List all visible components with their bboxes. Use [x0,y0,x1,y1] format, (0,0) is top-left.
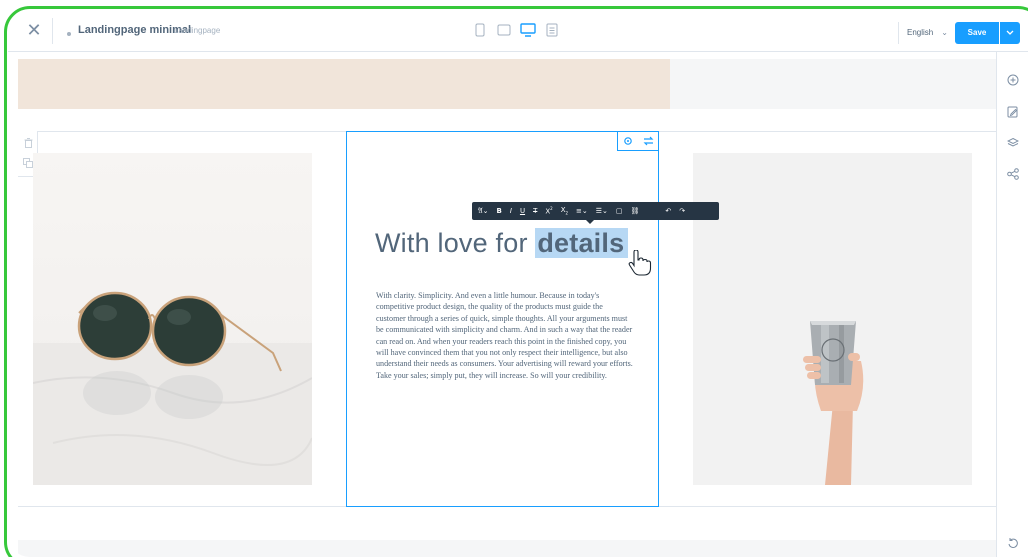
desktop-device-icon[interactable] [520,22,536,38]
grey-block [670,59,996,109]
link-icon[interactable]: ⛓ [631,207,640,215]
settings-icon[interactable] [622,135,634,147]
device-switcher [472,22,560,38]
underline-button[interactable]: U [520,207,525,215]
save-button[interactable]: Save [955,22,999,44]
toolbar-pointer [586,220,594,224]
save-options-button[interactable] [1000,22,1020,44]
tablet-device-icon[interactable] [496,22,512,38]
bold-button[interactable]: B [497,207,502,215]
body-paragraph[interactable]: With clarity. Simplicity. And even a lit… [376,290,634,381]
section-heading[interactable]: With love for details [375,228,629,259]
right-sidebar [996,52,1028,557]
sunglasses-image[interactable] [33,153,312,485]
hand-pointer-cursor-icon [628,250,652,276]
chevron-down-icon: ⌄ [941,28,948,37]
layers-icon[interactable] [1006,136,1020,150]
heading-selected-word[interactable]: details [535,228,629,258]
beige-block[interactable] [18,59,670,109]
language-select[interactable]: English ⌄ [898,22,948,44]
heading-plain: With love for [375,228,536,258]
add-block-icon[interactable] [1006,73,1020,87]
subscript-button[interactable]: X2 [561,206,568,215]
language-value: English [907,28,934,37]
clear-format-button[interactable]: ▢ [616,207,623,215]
page-canvas: With love for details With clarity. Simp… [8,53,996,557]
strikethrough-button[interactable]: T [533,207,537,215]
undo-history-icon[interactable] [1006,536,1020,550]
list-button[interactable]: ☰⌄ [596,207,608,215]
share-icon[interactable] [1006,167,1020,181]
list-view-icon[interactable] [544,22,560,38]
editor-app: ✕ Landingpage minimal Landingpage Englis… [8,10,1028,557]
page-type-label: Landingpage [174,26,221,35]
column-toolbar [617,131,659,151]
back-dot-icon[interactable] [67,32,71,36]
rich-text-toolbar: 𝔄⌄ B I U T X2 X2 ≡⌄ ☰⌄ ▢ ⛓ ↶ ↷ [472,202,719,224]
top-bar: ✕ Landingpage minimal Landingpage Englis… [8,10,1028,52]
mobile-device-icon[interactable] [472,22,488,38]
tumbler-hand-image[interactable] [693,153,972,485]
redo-icon[interactable]: ↷ [679,207,685,215]
close-icon[interactable]: ✕ [22,18,46,42]
align-button[interactable]: ≡⌄ [576,207,588,215]
edit-icon[interactable] [1006,105,1020,119]
undo-icon[interactable]: ↶ [665,207,671,215]
text-style-button[interactable]: 𝔄⌄ [478,207,489,216]
italic-button[interactable]: I [510,207,512,215]
text-column[interactable]: With love for details With clarity. Simp… [346,131,659,507]
superscript-button[interactable]: X2 [545,206,552,215]
trash-icon[interactable] [22,137,34,149]
bottom-block [18,540,996,557]
divider [52,18,53,44]
chevron-down-icon [1006,30,1014,35]
swap-icon[interactable] [642,135,654,147]
